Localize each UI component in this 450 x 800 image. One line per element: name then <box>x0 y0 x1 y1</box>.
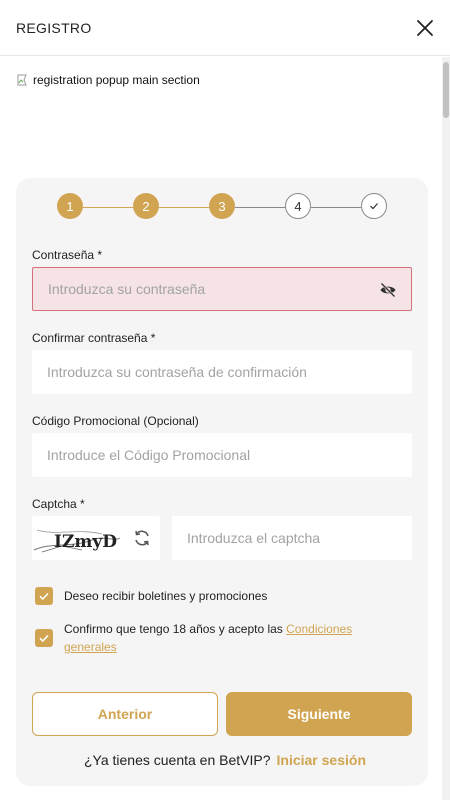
captcha-placeholder: Introduzca el captcha <box>187 530 321 546</box>
step-connector <box>311 206 361 208</box>
captcha-box: IZmyD <box>32 516 160 560</box>
modal-header: REGISTRO <box>0 0 450 56</box>
scrollbar-thumb[interactable] <box>443 62 449 118</box>
terms-checkbox[interactable] <box>35 629 53 647</box>
confirm-password-input[interactable]: Introduzca su contraseña de confirmación <box>32 350 412 394</box>
promo-code-label: Código Promocional (Opcional) <box>32 414 199 428</box>
captcha-label: Captcha * <box>32 497 85 511</box>
password-input[interactable]: Introduzca su contraseña <box>32 267 412 311</box>
confirm-password-placeholder: Introduzca su contraseña de confirmación <box>47 364 307 380</box>
stepper: 1 2 3 4 <box>0 193 450 221</box>
login-link[interactable]: Iniciar sesión <box>277 752 366 768</box>
refresh-icon[interactable] <box>132 528 152 548</box>
eye-off-icon[interactable] <box>379 281 397 299</box>
captcha-input[interactable]: Introduzca el captcha <box>172 516 412 560</box>
password-label: Contraseña * <box>32 248 103 262</box>
step-2: 2 <box>133 193 159 219</box>
newsletter-label: Deseo recibir boletines y promociones <box>64 589 268 603</box>
checkmark-icon <box>39 634 49 643</box>
banner-alt-text: registration popup main section <box>33 73 200 87</box>
captcha-image: IZmyD <box>33 529 121 553</box>
captcha-code: IZmyD <box>54 532 117 552</box>
broken-image-icon <box>17 74 27 86</box>
step-connector <box>83 206 133 208</box>
newsletter-checkbox[interactable] <box>35 587 53 605</box>
terms-link-continued[interactable]: generales <box>64 640 117 654</box>
password-placeholder: Introduzca su contraseña <box>48 281 206 297</box>
login-prompt: ¿Ya tienes cuenta en BetVIP? Iniciar sesi… <box>0 752 450 768</box>
step-1: 1 <box>57 193 83 219</box>
banner-image: registration popup main section <box>16 72 200 88</box>
step-3: 3 <box>209 193 235 219</box>
confirm-password-label: Confirmar contraseña * <box>32 331 156 345</box>
step-4: 4 <box>285 193 311 219</box>
close-icon[interactable] <box>414 17 436 39</box>
promo-code-input[interactable]: Introduce el Código Promocional <box>32 433 412 477</box>
terms-link[interactable]: Condiciones <box>286 622 352 636</box>
login-question: ¿Ya tienes cuenta en BetVIP? <box>83 752 271 768</box>
terms-label: Confirmo que tengo 18 años y acepto las … <box>64 620 394 656</box>
next-button[interactable]: Siguiente <box>226 692 412 736</box>
promo-code-placeholder: Introduce el Código Promocional <box>47 447 251 463</box>
previous-button[interactable]: Anterior <box>32 692 218 736</box>
checkmark-icon <box>370 203 378 210</box>
step-final <box>361 193 387 219</box>
step-connector <box>235 206 285 208</box>
step-connector <box>159 206 209 208</box>
checkmark-icon <box>39 592 49 601</box>
terms-text: Confirmo que tengo 18 años y acepto las <box>64 622 287 636</box>
modal-title: REGISTRO <box>16 20 92 36</box>
scrollbar[interactable] <box>442 57 450 800</box>
